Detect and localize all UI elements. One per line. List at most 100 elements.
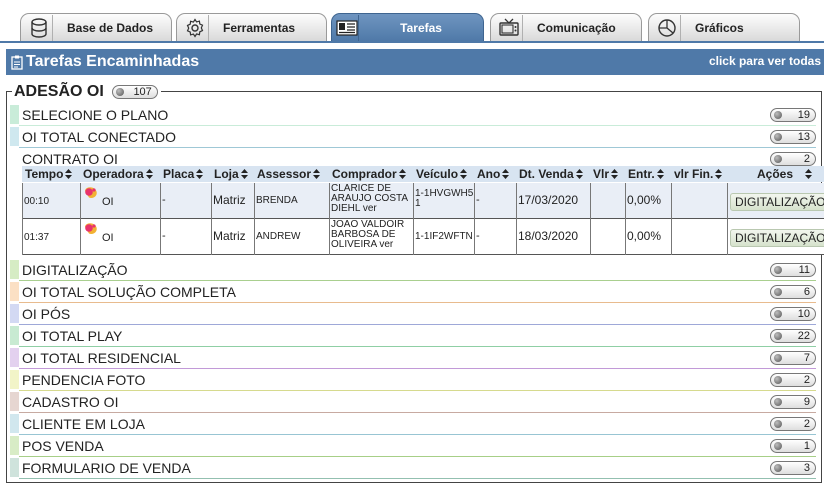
category-color-stripe bbox=[10, 282, 19, 301]
category-row[interactable]: SELECIONE O PLANO 19 bbox=[10, 104, 816, 126]
badge-dot-icon bbox=[774, 288, 782, 296]
sort-icon bbox=[805, 169, 813, 179]
category-color-stripe bbox=[10, 436, 19, 455]
column-header-operadora[interactable]: Operadora bbox=[83, 167, 153, 181]
column-divider bbox=[254, 183, 255, 255]
database-icon bbox=[25, 14, 53, 41]
column-divider bbox=[22, 183, 23, 255]
column-header-placa[interactable]: Placa bbox=[163, 167, 204, 181]
table-row[interactable]: 01:37 OI - Matriz ANDREW JOAO VALDOIR BA… bbox=[22, 219, 824, 255]
badge-dot-icon bbox=[774, 266, 782, 274]
tasks-header-bar: Tarefas Encaminhadas click para ver toda… bbox=[6, 49, 824, 75]
category-label: PENDENCIA FOTO bbox=[22, 372, 146, 388]
category-row[interactable]: POS VENDA 1 bbox=[10, 435, 816, 457]
tab-graficos[interactable]: Gráficos bbox=[648, 13, 800, 41]
table-row[interactable]: 00:10 OI - Matriz BRENDA CLARICE DE ARAU… bbox=[22, 183, 824, 219]
tab-label: Comunicação bbox=[537, 20, 616, 35]
clipboard-icon bbox=[11, 55, 23, 70]
category-row[interactable]: FORMULARIO DE VENDA 3 bbox=[10, 457, 816, 479]
cell-dt-venda: 17/03/2020 bbox=[518, 193, 579, 207]
category-color-stripe bbox=[10, 414, 19, 433]
badge-dot-icon bbox=[774, 420, 782, 428]
category-row[interactable]: OI TOTAL SOLUÇÃO COMPLETA 6 bbox=[10, 281, 816, 303]
column-header-vlr-fin[interactable]: vlr Fin. bbox=[674, 167, 723, 181]
category-label: SELECIONE O PLANO bbox=[22, 107, 169, 123]
category-count-badge[interactable]: 2 bbox=[770, 152, 816, 166]
category-color-stripe bbox=[10, 392, 19, 411]
tab-ferramentas[interactable]: Ferramentas bbox=[176, 13, 327, 41]
badge-dot-icon bbox=[774, 332, 782, 340]
category-count-badge[interactable]: 7 bbox=[770, 351, 816, 365]
badge-count: 107 bbox=[133, 86, 152, 98]
category-row[interactable]: CADASTRO OI 9 bbox=[10, 391, 816, 413]
category-row[interactable]: OI TOTAL PLAY 22 bbox=[10, 325, 816, 347]
group-count-badge[interactable]: 107 bbox=[111, 85, 158, 99]
category-row[interactable]: DIGITALIZAÇÃO 11 bbox=[10, 259, 816, 281]
category-row[interactable]: OI PÓS 10 bbox=[10, 303, 816, 325]
category-color-stripe bbox=[10, 304, 19, 323]
view-all-link[interactable]: click para ver todas bbox=[709, 54, 821, 68]
column-header-veiculo[interactable]: Veículo bbox=[416, 167, 468, 181]
category-count-badge[interactable]: 9 bbox=[770, 395, 816, 409]
column-header-loja[interactable]: Loja bbox=[214, 167, 248, 181]
category-color-stripe bbox=[10, 458, 19, 477]
badge-count: 1 bbox=[803, 440, 810, 452]
sort-icon bbox=[502, 169, 510, 179]
category-count-badge[interactable]: 10 bbox=[770, 307, 816, 321]
category-label: OI TOTAL PLAY bbox=[22, 328, 123, 344]
column-header-assessor[interactable]: Assessor bbox=[257, 167, 321, 181]
category-color-stripe bbox=[10, 370, 19, 389]
category-row[interactable]: PENDENCIA FOTO 2 bbox=[10, 369, 816, 391]
task-list-icon bbox=[336, 14, 360, 41]
column-header-vlr[interactable]: Vlr bbox=[593, 167, 619, 181]
tab-comunicacao[interactable]: Comunicação bbox=[490, 13, 642, 41]
category-label: CADASTRO OI bbox=[22, 394, 119, 410]
digitalizacao-button[interactable]: DIGITALIZAÇÃO bbox=[730, 193, 824, 211]
cell-tempo: 00:10 bbox=[24, 196, 50, 207]
category-count-badge[interactable]: 2 bbox=[770, 417, 816, 431]
badge-dot-icon bbox=[774, 398, 782, 406]
badge-dot-icon bbox=[774, 376, 782, 384]
badge-dot-icon bbox=[774, 155, 782, 163]
category-row[interactable]: OI TOTAL RESIDENCIAL 7 bbox=[10, 347, 816, 369]
badge-count: 13 bbox=[797, 131, 810, 143]
category-color-stripe bbox=[10, 326, 19, 345]
tab-base-de-dados[interactable]: Base de Dados bbox=[20, 13, 172, 41]
cell-comprador: JOAO VALDOIR BARBOSA DE OLIVEIRA ver bbox=[331, 219, 405, 250]
column-header-acoes[interactable]: Ações bbox=[757, 167, 813, 181]
cell-placa: - bbox=[162, 230, 166, 242]
category-count-badge[interactable]: 13 bbox=[770, 130, 816, 144]
sort-icon bbox=[196, 169, 204, 179]
tab-label: Ferramentas bbox=[223, 20, 296, 35]
badge-count: 19 bbox=[797, 109, 810, 121]
category-count-badge[interactable]: 6 bbox=[770, 285, 816, 299]
group-legend: ADESÃO OI 107 bbox=[12, 83, 161, 101]
column-header-ano[interactable]: Ano bbox=[477, 167, 510, 181]
digitalizacao-button[interactable]: DIGITALIZAÇÃO bbox=[730, 229, 824, 247]
badge-count: 6 bbox=[803, 286, 810, 298]
category-count-badge[interactable]: 3 bbox=[770, 461, 816, 475]
sort-icon bbox=[460, 169, 468, 179]
category-row[interactable]: CLIENTE EM LOJA 2 bbox=[10, 413, 816, 435]
category-color-stripe bbox=[10, 127, 19, 146]
sort-icon bbox=[398, 169, 406, 179]
category-label: OI TOTAL SOLUÇÃO COMPLETA bbox=[22, 284, 236, 300]
column-header-dt-venda[interactable]: Dt. Venda bbox=[519, 167, 583, 181]
column-header-entr[interactable]: Entr. bbox=[628, 167, 664, 181]
badge-count: 22 bbox=[797, 330, 810, 342]
cell-entr: 0,00% bbox=[627, 229, 662, 243]
column-header-comprador[interactable]: Comprador bbox=[332, 167, 406, 181]
category-label: DIGITALIZAÇÃO bbox=[22, 262, 128, 278]
category-count-badge[interactable]: 11 bbox=[770, 263, 816, 277]
tab-tarefas[interactable]: Tarefas bbox=[331, 13, 484, 41]
category-divider bbox=[19, 478, 816, 479]
category-count-badge[interactable]: 19 bbox=[770, 108, 816, 122]
category-count-badge[interactable]: 22 bbox=[770, 329, 816, 343]
badge-count: 11 bbox=[798, 264, 810, 276]
column-header-tempo[interactable]: Tempo bbox=[25, 167, 73, 181]
category-row[interactable]: OI TOTAL CONECTADO 13 bbox=[10, 126, 816, 148]
category-label: OI TOTAL RESIDENCIAL bbox=[22, 350, 181, 366]
category-count-badge[interactable]: 1 bbox=[770, 439, 816, 453]
category-count-badge[interactable]: 2 bbox=[770, 373, 816, 387]
sort-icon bbox=[611, 169, 619, 179]
